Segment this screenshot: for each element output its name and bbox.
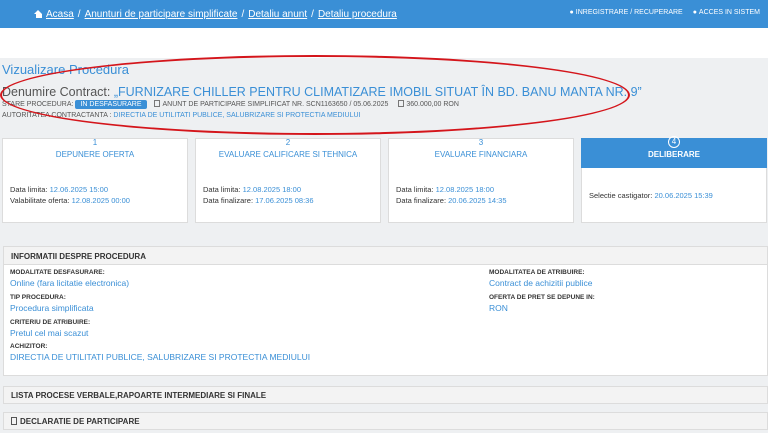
step-title: EVALUARE CALIFICARE SI TEHNICA [218, 150, 358, 159]
step-title: DEPUNERE OFERTA [55, 150, 135, 159]
step-number: 1 [92, 138, 98, 147]
field-value: Contract de achizitii publice [489, 278, 593, 288]
estimated-value: 360.000,00 [406, 101, 442, 108]
authority-name[interactable]: DIRECTIA DE UTILITATI PUBLICE, SALUBRIZA… [113, 112, 360, 119]
top-navbar: Acasa / Anunturi de participare simplifica… [0, 0, 768, 28]
step-line-label: Data limita: [396, 185, 434, 194]
field-value[interactable]: DIRECTIA DE UTILITATI PUBLICE, SALUBRIZA… [10, 352, 310, 362]
field-label: TIP PROCEDURA: [10, 294, 66, 301]
field-achizitor: ACHIZITOR: DIRECTIA DE UTILITATI PUBLICE… [10, 343, 310, 362]
panel-declaratie-label: DECLARATIE DE PARTICIPARE [20, 417, 140, 426]
money-icon [398, 100, 405, 107]
user-icon: ● [692, 9, 697, 16]
document-icon [154, 100, 161, 107]
authority-line: AUTORITATEA CONTRACTANTA : DIRECTIA DE U… [2, 112, 361, 119]
step-number: 4 [668, 136, 680, 148]
step-line: Data limita: 12.08.2025 18:00 [396, 185, 494, 194]
field-modalitate: MODALITATE DESFASURARE: Online (fara lic… [10, 269, 129, 288]
field-criteriu: CRITERIU DE ATRIBUIRE: Pretul cel mai sc… [10, 319, 90, 338]
panel-declaratie-participare[interactable]: DECLARATIE DE PARTICIPARE [3, 412, 768, 430]
status-label: STARE PROCEDURA: [2, 101, 74, 108]
step-number: 2 [285, 138, 291, 147]
step-line-value: 20.06.2025 14:35 [448, 196, 507, 205]
field-value: Pretul cel mai scazut [10, 328, 89, 338]
step-title: DELIBERARE [647, 150, 700, 159]
page-title: Vizualizare Procedura [2, 62, 129, 77]
breadcrumb-separator: / [77, 9, 81, 20]
user-icon: ● [569, 9, 574, 16]
step-line: Data finalizare: 20.06.2025 14:35 [396, 196, 507, 205]
account-links: ● INREGISTRARE / RECUPERARE ● ACCES IN SIS… [562, 9, 760, 16]
field-label: OFERTA DE PRET SE DEPUNE IN: [489, 294, 595, 301]
panel-procese-verbale[interactable]: LISTA PROCESE VERBALE,RAPOARTE INTERMEDI… [3, 386, 768, 404]
field-value: Procedura simplificata [10, 303, 94, 313]
breadcrumb-anunturi[interactable]: Anunturi de participare simplificate [85, 9, 238, 20]
step-line-value: 12.06.2025 15:00 [49, 185, 108, 194]
step-evaluare-calificare[interactable]: 2 EVALUARE CALIFICARE SI TEHNICA Data li… [195, 138, 381, 223]
document-icon [11, 417, 17, 425]
step-title: EVALUARE FINANCIARA [434, 150, 528, 159]
login-link[interactable]: ACCES IN SISTEM [699, 9, 760, 16]
notice-number: ANUNT DE PARTICIPARE SIMPLIFICAT NR. SCN… [162, 101, 389, 108]
contract-label: Denumire Contract: [2, 85, 111, 99]
step-line: Data limita: 12.08.2025 18:00 [203, 185, 301, 194]
breadcrumb-detaliu-anunt[interactable]: Detaliu anunt [248, 9, 307, 20]
step-evaluare-financiara[interactable]: 3 EVALUARE FINANCIARA Data limita: 12.08… [388, 138, 574, 223]
step-deliberare[interactable]: 4 DELIBERARE Selectie castigator: 20.06.… [581, 136, 767, 223]
step-line: Data limita: 12.06.2025 15:00 [10, 185, 108, 194]
step-number: 3 [478, 138, 484, 147]
field-atribuire: MODALITATEA DE ATRIBUIRE: Contract de ac… [489, 269, 592, 288]
step-line-value: 20.06.2025 15:39 [654, 191, 713, 200]
field-value: RON [489, 303, 508, 313]
breadcrumb-separator: / [311, 9, 314, 20]
field-label: CRITERIU DE ATRIBUIRE: [10, 319, 91, 326]
breadcrumb-home[interactable]: Acasa [46, 9, 74, 20]
breadcrumb: Acasa / Anunturi de participare simplifica… [34, 9, 397, 20]
info-panel-header: INFORMATII DESPRE PROCEDURA [4, 247, 767, 265]
procedure-meta: STARE PROCEDURA: IN DESFASURARE ANUNT DE … [2, 100, 467, 109]
step-line: Valabilitate oferta: 12.08.2025 00:00 [10, 196, 130, 205]
field-value: Online (fara licitatie electronica) [10, 278, 130, 288]
field-oferta-moneda: OFERTA DE PRET SE DEPUNE IN: RON [489, 294, 595, 313]
currency: RON [443, 101, 459, 108]
step-line-label: Data limita: [203, 185, 241, 194]
authority-label: AUTORITATEA CONTRACTANTA : [2, 112, 112, 119]
field-label: MODALITATE DESFASURARE: [10, 269, 105, 276]
step-line-value: 17.06.2025 08:36 [255, 196, 314, 205]
register-link[interactable]: INREGISTRARE / RECUPERARE [576, 9, 683, 16]
contract-name: „FURNIZARE CHILLER PENTRU CLIMATIZARE IM… [113, 85, 642, 99]
step-line-label: Data limita: [10, 185, 48, 194]
status-badge: IN DESFASURARE [75, 100, 147, 109]
contract-name-line: Denumire Contract: „FURNIZARE CHILLER PE… [2, 85, 642, 99]
field-label: ACHIZITOR: [10, 343, 48, 350]
subheader-bar [0, 28, 768, 58]
procedure-info-panel: INFORMATII DESPRE PROCEDURA MODALITATE D… [3, 246, 768, 376]
field-label: MODALITATEA DE ATRIBUIRE: [489, 269, 585, 276]
step-line: Data finalizare: 17.06.2025 08:36 [203, 196, 314, 205]
step-line-label: Valabilitate oferta: [10, 196, 70, 205]
step-line-label: Data finalizare: [396, 196, 447, 205]
step-line-value: 12.08.2025 18:00 [242, 185, 301, 194]
breadcrumb-separator: / [241, 9, 245, 20]
step-line-value: 12.08.2025 18:00 [435, 185, 494, 194]
step-line-value: 12.08.2025 00:00 [71, 196, 130, 205]
step-depunere-oferta[interactable]: 1 DEPUNERE OFERTA Data limita: 12.06.202… [2, 138, 188, 223]
step-line-label: Data finalizare: [203, 196, 254, 205]
breadcrumb-detaliu-procedura[interactable]: Detaliu procedura [318, 9, 397, 20]
step-line-label: Selectie castigator: [589, 191, 653, 200]
step-line: Selectie castigator: 20.06.2025 15:39 [589, 191, 713, 200]
home-icon[interactable] [34, 10, 43, 18]
field-tip-procedura: TIP PROCEDURA: Procedura simplificata [10, 294, 94, 313]
